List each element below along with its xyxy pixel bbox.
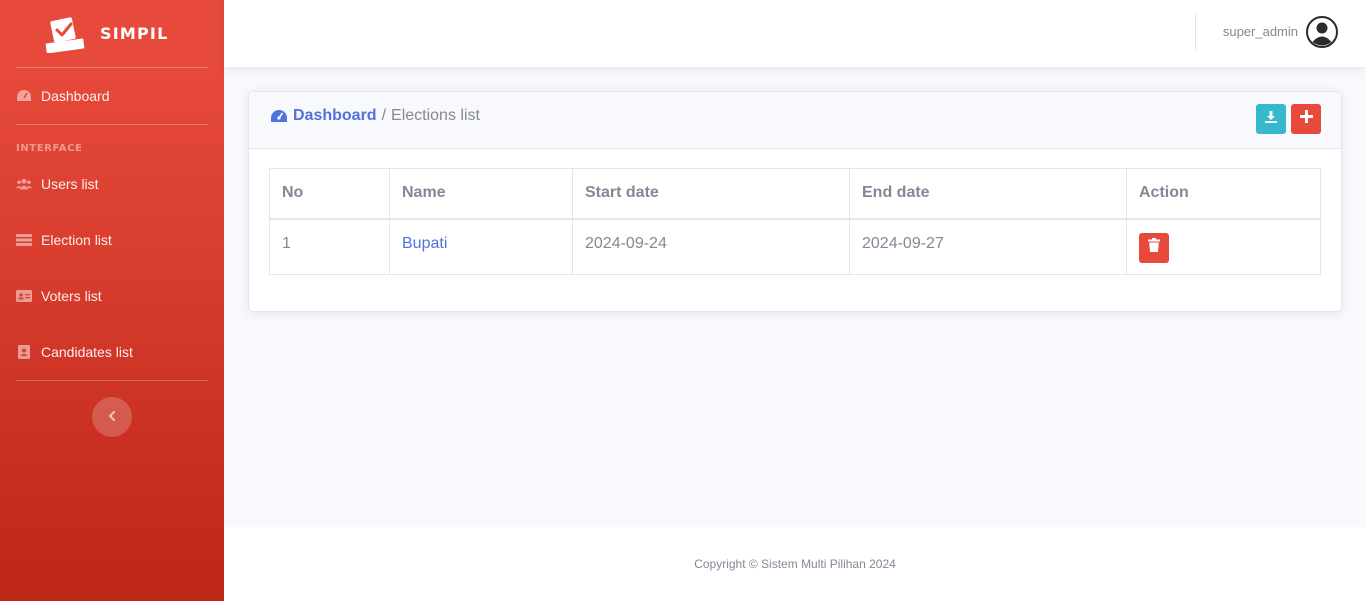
sidebar-item-dashboard[interactable]: Dashboard [0,68,224,124]
cell-action [1126,218,1321,275]
download-icon [1265,110,1277,128]
address-book-icon [16,345,32,359]
column-header-name: Name [389,168,573,220]
users-icon [16,177,32,191]
breadcrumb-separator: / [381,107,387,124]
add-election-button[interactable] [1291,104,1321,134]
elections-table: No Name Start date End date Action 1 Bup… [269,168,1321,275]
column-header-action: Action [1126,168,1321,220]
column-header-end-date: End date [849,168,1127,220]
tachometer-icon [16,89,32,103]
breadcrumb-current: Elections list [391,107,480,124]
sidebar-item-label: Users list [41,176,99,192]
sidebar-item-label: Voters list [41,288,102,304]
breadcrumb: Dashboard / Elections list [270,107,480,125]
tachometer-icon [270,108,288,124]
breadcrumb-home-link[interactable]: Dashboard [293,107,377,125]
download-button[interactable] [1256,104,1286,134]
user-avatar-icon[interactable] [1306,16,1338,48]
plus-icon [1299,110,1313,128]
sidebar-item-candidates[interactable]: Candidates list [0,324,224,380]
id-card-icon [16,289,32,303]
brand-name: SIMPIL [100,24,169,43]
cell-start-date: 2024-09-24 [572,218,850,275]
sidebar-item-label: Election list [41,232,112,248]
column-header-start-date: Start date [572,168,850,220]
elections-card: Dashboard / Elections list No Name Start… [248,91,1342,312]
sidebar-item-voters[interactable]: Voters list [0,268,224,324]
footer: Copyright © Sistem Multi Pilihan 2024 [224,527,1366,601]
sidebar-divider [16,380,208,381]
topbar: super_admin [224,0,1366,67]
card-header: Dashboard / Elections list [249,92,1341,149]
election-name-link[interactable]: Bupati [389,218,573,275]
brand[interactable]: SIMPIL [0,0,224,67]
sidebar-item-label: Candidates list [41,344,133,360]
list-icon [16,233,32,247]
table-row: 1 Bupati 2024-09-24 2024-09-27 [269,218,1321,275]
sidebar-item-users[interactable]: Users list [0,156,224,212]
table-header-row: No Name Start date End date Action [269,168,1321,220]
sidebar-toggle-button[interactable] [92,397,132,437]
trash-icon [1148,238,1160,257]
delete-button[interactable] [1139,232,1169,263]
ballot-box-icon [44,15,86,53]
sidebar-heading: INTERFACE [16,143,83,154]
copyright-text: Copyright © Sistem Multi Pilihan 2024 [694,557,896,571]
chevron-left-icon [108,408,116,426]
column-header-no: No [269,168,390,220]
sidebar-item-elections[interactable]: Election list [0,212,224,268]
sidebar: SIMPIL Dashboard INTERFACE Users list El… [0,0,224,601]
topbar-divider [1195,13,1196,51]
sidebar-item-label: Dashboard [41,88,110,104]
cell-no: 1 [269,218,390,275]
user-name[interactable]: super_admin [1223,24,1298,39]
cell-end-date: 2024-09-27 [849,218,1127,275]
